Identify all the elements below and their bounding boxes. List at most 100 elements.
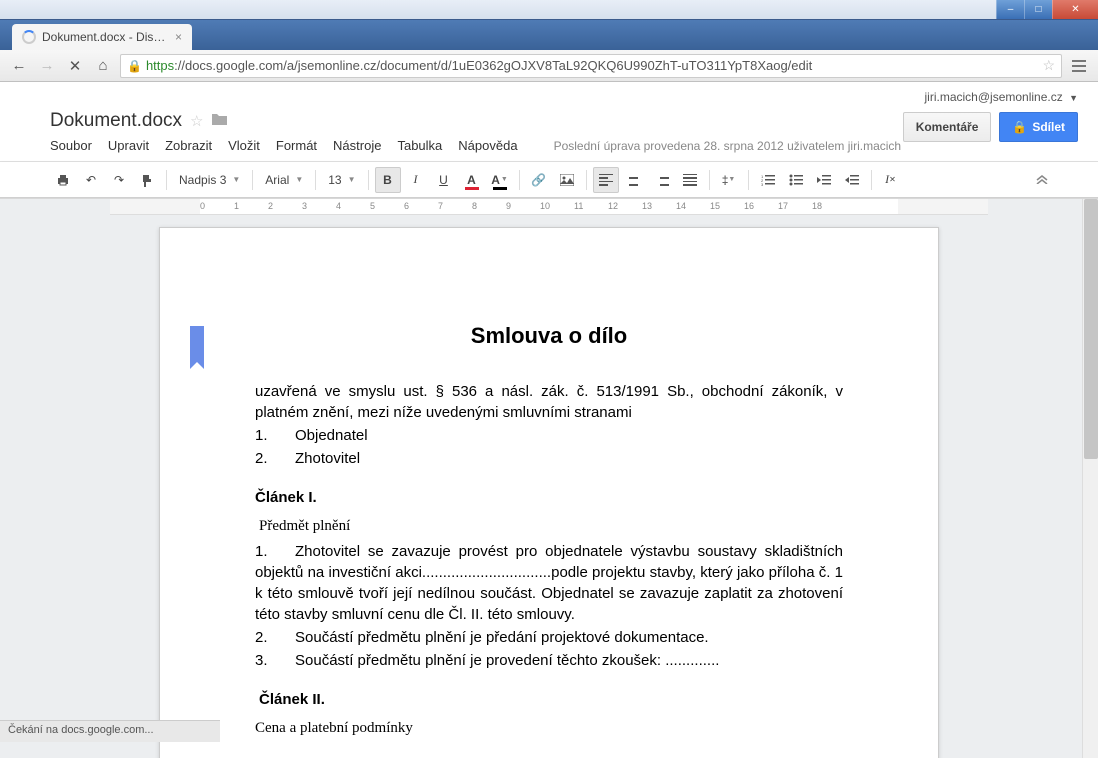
loading-spinner-icon — [22, 30, 36, 44]
vertical-scrollbar[interactable] — [1082, 199, 1098, 758]
browser-menu-button[interactable] — [1068, 60, 1090, 72]
font-select[interactable]: Arial ▼ — [259, 167, 309, 193]
forward-button[interactable]: → — [36, 55, 58, 77]
scroll-thumb[interactable] — [1084, 199, 1098, 459]
home-button[interactable]: ⌂ — [92, 55, 114, 77]
url-scheme: https — [146, 58, 174, 73]
size-value: 13 — [328, 173, 341, 187]
ruler-mark: 16 — [744, 201, 754, 211]
menu-edit[interactable]: Upravit — [108, 138, 149, 153]
menu-help[interactable]: Nápověda — [458, 138, 517, 153]
doc-subheading: Cena a platební podmínky — [255, 718, 843, 739]
doc-list-item: 1.Objednatel — [255, 425, 843, 446]
numbered-list-button[interactable]: 123 — [755, 167, 781, 193]
last-edit-text: Poslední úprava provedena 28. srpna 2012… — [554, 139, 902, 153]
ruler-mark: 2 — [268, 201, 273, 211]
align-right-button[interactable] — [649, 167, 675, 193]
back-button[interactable]: ← — [8, 55, 30, 77]
status-bar: Čekání na docs.google.com... — [0, 720, 220, 742]
ruler-mark: 0 — [200, 201, 205, 211]
doc-heading-1: Smlouva o dílo — [255, 323, 843, 349]
menu-table[interactable]: Tabulka — [397, 138, 442, 153]
chevron-down-icon: ▼ — [501, 176, 508, 183]
editor-area: 0123456789101112131415161718 Smlouva o d… — [0, 198, 1098, 758]
font-value: Arial — [265, 173, 289, 187]
align-justify-button[interactable] — [677, 167, 703, 193]
doc-paragraph: uzavřená ve smyslu ust. § 536 a násl. zá… — [255, 381, 843, 423]
chevron-down-icon: ▼ — [295, 175, 303, 184]
text-color-button[interactable]: A — [459, 167, 485, 193]
align-center-button[interactable] — [621, 167, 647, 193]
ruler-mark: 13 — [642, 201, 652, 211]
url-path: ://docs.google.com/a/jsemonline.cz/docum… — [174, 58, 812, 73]
ruler-mark: 3 — [302, 201, 307, 211]
image-button[interactable] — [554, 167, 580, 193]
ruler-mark: 5 — [370, 201, 375, 211]
link-button[interactable]: 🔗 — [526, 167, 552, 193]
style-value: Nadpis 3 — [179, 173, 226, 187]
paint-format-button[interactable] — [134, 167, 160, 193]
format-toolbar: ↶ ↷ Nadpis 3▼ Arial▼ 13▼ B I U A A▼ 🔗 ‡▼… — [0, 162, 1098, 198]
tab-close-icon[interactable]: × — [175, 30, 182, 44]
star-icon[interactable]: ☆ — [190, 112, 203, 130]
share-button[interactable]: 🔒 Sdílet — [999, 112, 1078, 142]
ruler-mark: 4 — [336, 201, 341, 211]
tab-title: Dokument.docx - Disk Go… — [42, 30, 167, 44]
ruler-mark: 15 — [710, 201, 720, 211]
lock-icon: 🔒 — [1012, 120, 1027, 134]
doc-list-item: 1.Zhotovitel se zavazuje provést pro obj… — [255, 541, 843, 625]
align-left-button[interactable] — [593, 167, 619, 193]
ruler-mark: 12 — [608, 201, 618, 211]
user-email[interactable]: jiri.macich@jsemonline.cz ▼ — [925, 90, 1078, 104]
svg-text:3: 3 — [761, 182, 764, 186]
horizontal-ruler[interactable]: 0123456789101112131415161718 — [110, 199, 988, 215]
indent-decrease-button[interactable] — [811, 167, 837, 193]
indent-increase-button[interactable] — [839, 167, 865, 193]
doc-heading-2: Článek II. — [259, 689, 843, 710]
print-button[interactable] — [50, 167, 76, 193]
bold-button[interactable]: B — [375, 167, 401, 193]
document-page[interactable]: Smlouva o dílo uzavřená ve smyslu ust. §… — [159, 227, 939, 758]
bookmark-icon — [190, 326, 204, 362]
highlight-button[interactable]: A▼ — [487, 167, 513, 193]
ruler-mark: 1 — [234, 201, 239, 211]
doc-list-item: 2.Zhotovitel — [255, 448, 843, 469]
ruler-mark: 14 — [676, 201, 686, 211]
browser-toolbar: ← → ✕ ⌂ 🔒 https://docs.google.com/a/jsem… — [0, 50, 1098, 82]
menu-tools[interactable]: Nástroje — [333, 138, 381, 153]
folder-icon[interactable] — [211, 112, 229, 131]
window-minimize-button[interactable]: – — [996, 0, 1024, 19]
ruler-mark: 11 — [574, 201, 583, 211]
collapse-toolbar-button[interactable] — [1036, 173, 1048, 187]
size-select[interactable]: 13 ▼ — [322, 167, 361, 193]
chevron-down-icon: ▼ — [728, 176, 735, 183]
undo-button[interactable]: ↶ — [78, 167, 104, 193]
address-bar[interactable]: 🔒 https://docs.google.com/a/jsemonline.c… — [120, 54, 1062, 78]
ruler-mark: 9 — [506, 201, 511, 211]
menu-view[interactable]: Zobrazit — [165, 138, 212, 153]
window-maximize-button[interactable]: □ — [1024, 0, 1052, 19]
bullet-list-button[interactable] — [783, 167, 809, 193]
italic-button[interactable]: I — [403, 167, 429, 193]
bookmark-star-icon[interactable]: ☆ — [1042, 57, 1055, 74]
stop-button[interactable]: ✕ — [64, 55, 86, 77]
redo-button[interactable]: ↷ — [106, 167, 132, 193]
browser-tab[interactable]: Dokument.docx - Disk Go… × — [12, 24, 192, 50]
menu-format[interactable]: Formát — [276, 138, 317, 153]
doc-heading-2: Článek I. — [255, 487, 843, 508]
style-select[interactable]: Nadpis 3▼ — [173, 167, 246, 193]
window-close-button[interactable]: ✕ — [1052, 0, 1098, 19]
line-spacing-button[interactable]: ‡▼ — [716, 167, 742, 193]
doc-list-item: 2.Součástí předmětu plnění je předání pr… — [255, 627, 843, 648]
user-email-text: jiri.macich@jsemonline.cz — [925, 90, 1063, 104]
ruler-mark: 10 — [540, 201, 550, 211]
underline-button[interactable]: U — [431, 167, 457, 193]
clear-format-button[interactable]: I✕ — [878, 167, 904, 193]
chevron-down-icon: ▼ — [348, 175, 356, 184]
lock-icon: 🔒 — [127, 59, 142, 73]
comments-button[interactable]: Komentáře — [903, 112, 992, 142]
ruler-mark: 8 — [472, 201, 477, 211]
menu-insert[interactable]: Vložit — [228, 138, 260, 153]
menu-file[interactable]: Soubor — [50, 138, 92, 153]
document-title[interactable]: Dokument.docx — [50, 110, 182, 132]
